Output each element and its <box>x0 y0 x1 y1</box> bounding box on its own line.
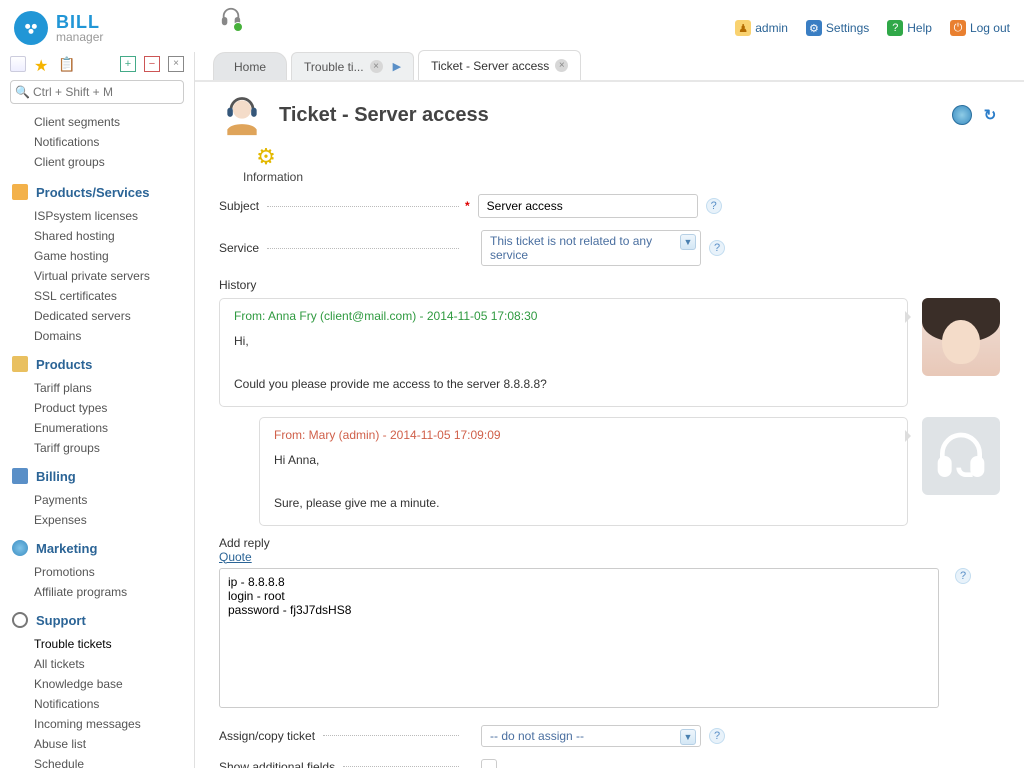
globe-action-icon[interactable] <box>952 105 972 125</box>
service-label: Service <box>219 241 263 255</box>
sidebar-item[interactable]: Tariff groups <box>0 438 194 458</box>
sidebar-group-header[interactable]: Products <box>0 350 194 378</box>
sidebar-item[interactable]: Tariff plans <box>0 378 194 398</box>
assign-label: Assign/copy ticket <box>219 729 319 743</box>
tab-arrow-icon: ▶ <box>393 60 401 73</box>
sidebar-item[interactable]: Game hosting <box>0 246 194 266</box>
history-label: History <box>219 278 1000 292</box>
assign-help-icon[interactable]: ? <box>709 728 725 744</box>
box-icon <box>12 356 28 372</box>
dropdown-arrow-icon: ▼ <box>680 729 696 745</box>
reply-help-icon[interactable]: ? <box>955 568 971 584</box>
user-icon: ♟ <box>735 20 751 36</box>
refresh-action-icon[interactable]: ↻ <box>980 105 1000 125</box>
sidebar-item[interactable]: Affiliate programs <box>0 582 194 602</box>
sidebar-item[interactable]: Promotions <box>0 562 194 582</box>
tab[interactable]: Trouble ti...×▶ <box>291 52 414 80</box>
tab[interactable]: Ticket - Server access× <box>418 50 581 80</box>
information-label: Information <box>243 170 303 184</box>
logout-icon: ⏻ <box>950 20 966 36</box>
service-select[interactable]: This ticket is not related to any servic… <box>481 230 701 266</box>
message-avatar <box>922 298 1000 376</box>
topnav-logout[interactable]: ⏻Log out <box>950 20 1010 36</box>
message-header: From: Anna Fry (client@mail.com) - 2014-… <box>234 309 893 323</box>
page-title: Ticket - Server access <box>279 104 489 127</box>
sidebar-item[interactable]: Client groups <box>0 152 194 172</box>
tool-close-icon[interactable]: × <box>168 56 184 72</box>
required-marker: * <box>465 199 470 213</box>
message-body: Hi,Could you please provide me access to… <box>234 331 893 396</box>
sidebar-item[interactable]: Virtual private servers <box>0 266 194 286</box>
dropdown-arrow-icon: ▼ <box>680 234 696 250</box>
globe-icon <box>12 540 28 556</box>
service-help-icon[interactable]: ? <box>709 240 725 256</box>
reply-textarea[interactable] <box>219 568 939 708</box>
sidebar-item[interactable]: Schedule <box>0 754 194 768</box>
tab-close-icon[interactable]: × <box>555 59 568 72</box>
sidebar-item[interactable]: Shared hosting <box>0 226 194 246</box>
message-bubble: From: Mary (admin) - 2014-11-05 17:09:09… <box>259 417 908 526</box>
assign-select[interactable]: -- do not assign -- ▼ <box>481 725 701 747</box>
quote-link[interactable]: Quote <box>219 550 252 564</box>
sidebar-item[interactable]: Knowledge base <box>0 674 194 694</box>
sidebar-item[interactable]: SSL certificates <box>0 286 194 306</box>
sidebar-item[interactable]: Incoming messages <box>0 714 194 734</box>
sidebar-group-header[interactable]: Support <box>0 606 194 634</box>
topnav-settings[interactable]: ⚙Settings <box>806 20 869 36</box>
sidebar-item[interactable]: Product types <box>0 398 194 418</box>
app-logo[interactable]: BILL manager <box>14 11 103 45</box>
sidebar-group-header[interactable]: Marketing <box>0 534 194 562</box>
bill-icon <box>12 468 28 484</box>
logo-text-1: BILL <box>56 13 103 31</box>
sidebar-item[interactable]: Payments <box>0 490 194 510</box>
showadditional-checkbox[interactable] <box>481 759 497 768</box>
message-avatar <box>922 417 1000 495</box>
tool-star-icon[interactable]: ★ <box>34 56 50 72</box>
sidebar-item[interactable]: Dedicated servers <box>0 306 194 326</box>
topnav-help[interactable]: ?Help <box>887 20 932 36</box>
sidebar-search-input[interactable] <box>10 80 184 104</box>
sidebar-item[interactable]: Trouble tickets <box>0 634 194 654</box>
showadditional-label: Show additional fields <box>219 760 339 768</box>
support-icon <box>12 612 28 628</box>
cart-icon <box>12 184 28 200</box>
subject-input[interactable] <box>478 194 698 218</box>
sidebar-item[interactable]: Client segments <box>0 112 194 132</box>
logo-icon <box>14 11 48 45</box>
support-headset-icon[interactable] <box>220 6 242 31</box>
sidebar-item[interactable]: Expenses <box>0 510 194 530</box>
subject-label: Subject <box>219 199 263 213</box>
sidebar-item[interactable]: Enumerations <box>0 418 194 438</box>
topnav-user[interactable]: ♟admin <box>735 20 788 36</box>
tool-collapse-icon[interactable]: − <box>144 56 160 72</box>
logo-text-2: manager <box>56 31 103 43</box>
message-bubble: From: Anna Fry (client@mail.com) - 2014-… <box>219 298 908 407</box>
message-body: Hi Anna,Sure, please give me a minute. <box>274 450 893 515</box>
gear-icon: ⚙ <box>806 20 822 36</box>
subject-help-icon[interactable]: ? <box>706 198 722 214</box>
sidebar-item[interactable]: Notifications <box>0 694 194 714</box>
ticket-avatar-icon <box>219 92 265 138</box>
search-icon: 🔍 <box>15 85 30 99</box>
sidebar-item[interactable]: Notifications <box>0 132 194 152</box>
message-header: From: Mary (admin) - 2014-11-05 17:09:09 <box>274 428 893 442</box>
sidebar-group-header[interactable]: Billing <box>0 462 194 490</box>
sidebar-item[interactable]: Abuse list <box>0 734 194 754</box>
sidebar-item[interactable]: Domains <box>0 326 194 346</box>
tab[interactable]: Home <box>213 52 287 80</box>
help-icon: ? <box>887 20 903 36</box>
add-reply-label: Add reply <box>219 536 1000 550</box>
tool-list-icon[interactable] <box>10 56 26 72</box>
sidebar-item[interactable]: All tickets <box>0 654 194 674</box>
tool-expand-icon[interactable]: + <box>120 56 136 72</box>
sidebar-group-header[interactable]: Products/Services <box>0 178 194 206</box>
sidebar-item[interactable]: ISPsystem licenses <box>0 206 194 226</box>
tab-close-icon[interactable]: × <box>370 60 383 73</box>
tool-clipboard-icon[interactable]: 📋 <box>58 56 74 72</box>
info-gear-icon[interactable]: ⚙ <box>243 144 289 170</box>
